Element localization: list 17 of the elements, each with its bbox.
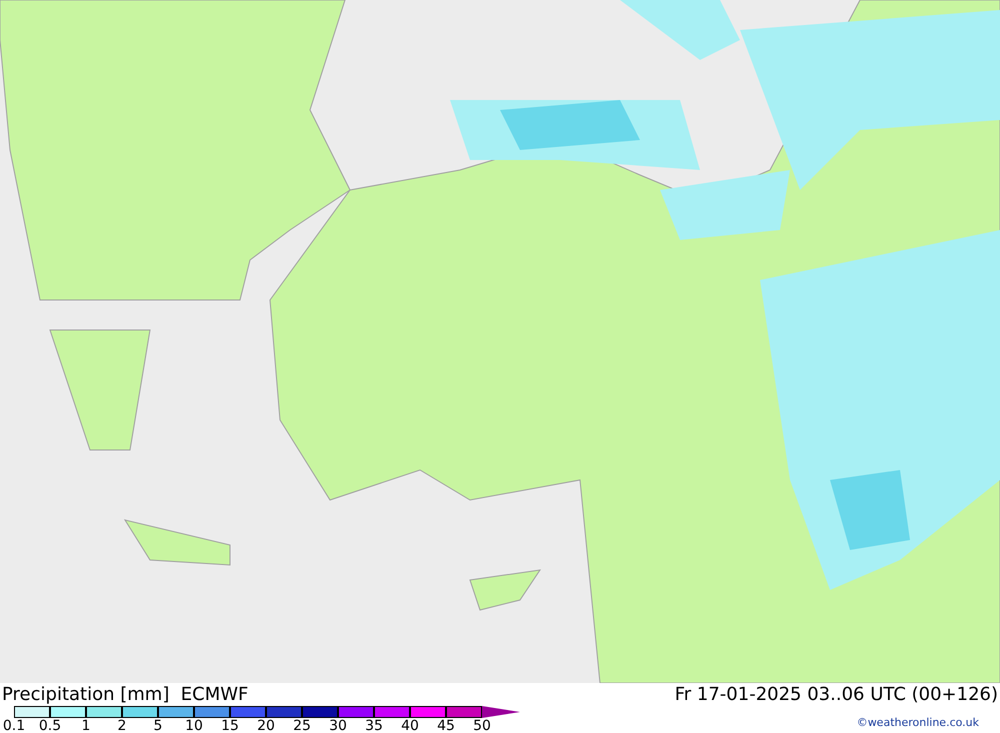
chart-title: Precipitation [mm] ECMWF <box>2 684 248 706</box>
credit-text: ©weatheronline.co.uk <box>856 716 979 731</box>
legend-label: 5 <box>152 718 164 733</box>
legend-label: 35 <box>364 718 384 733</box>
legend-label: 0.5 <box>38 718 62 733</box>
legend-label: 10 <box>184 718 204 733</box>
legend-label: 40 <box>400 718 420 733</box>
valid-time: Fr 17-01-2025 03..06 UTC (00+126) <box>674 684 998 706</box>
legend-label: 1 <box>80 718 92 733</box>
legend-label: 50 <box>472 718 492 733</box>
legend-label: 15 <box>220 718 240 733</box>
legend-label: 2 <box>116 718 128 733</box>
legend-label: 20 <box>256 718 276 733</box>
legend-label: 30 <box>328 718 348 733</box>
legend-label: 25 <box>292 718 312 733</box>
legend-label: 45 <box>436 718 456 733</box>
legend-label: 0.1 <box>2 718 26 733</box>
